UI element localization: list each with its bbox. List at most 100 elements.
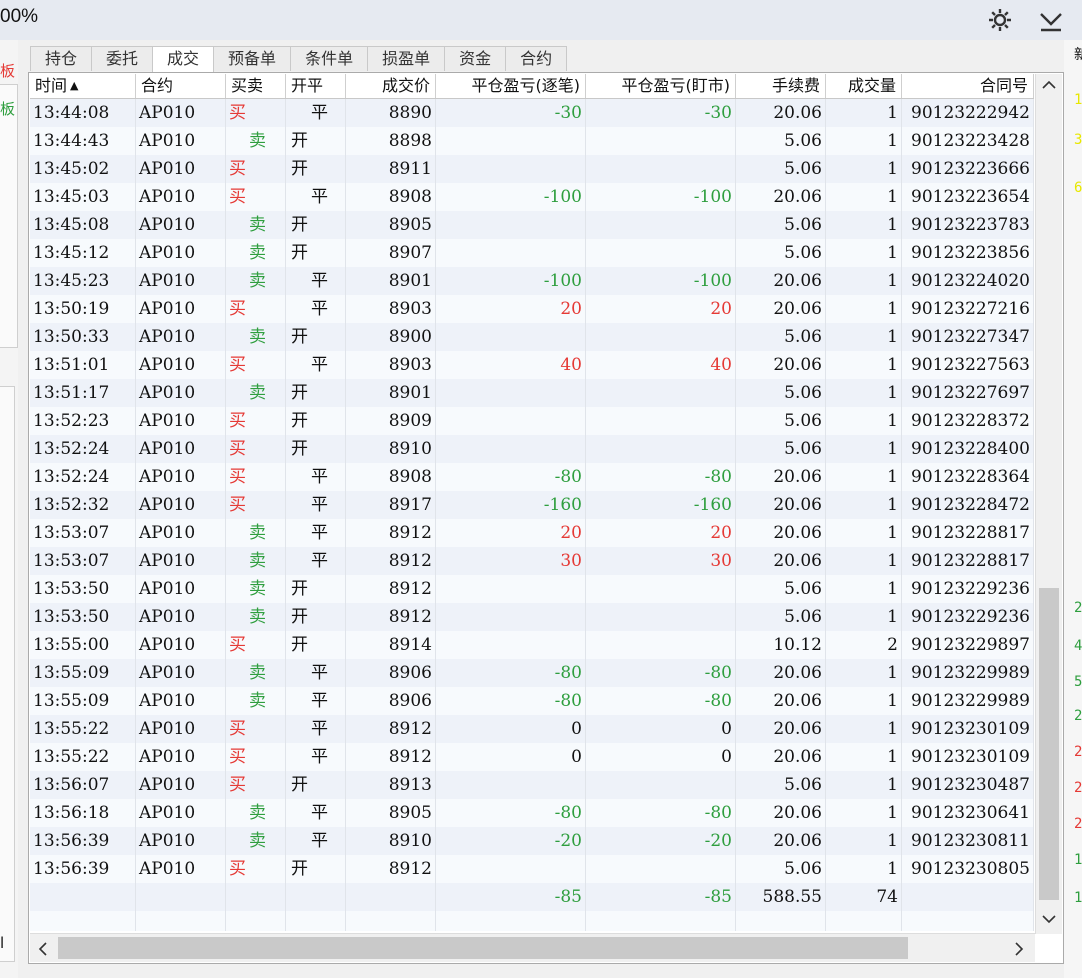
cell-pnl-trade: -85 bbox=[436, 883, 586, 911]
cell-pnl-mtm bbox=[586, 911, 736, 931]
table-row[interactable]: 13:52:23 AP010 买开 8909 5.06 1 90123228372 bbox=[30, 407, 1034, 435]
table-row[interactable]: 13:55:00 AP010 买开 8914 10.12 2 90123229897 bbox=[30, 631, 1034, 659]
cell-side: 卖 bbox=[226, 379, 286, 407]
tab-2[interactable]: 成交 bbox=[152, 46, 215, 72]
table-row[interactable]: 13:45:03 AP010 买平 8908 -100 -100 20.06 1 9012322… bbox=[30, 183, 1034, 211]
column-header-price[interactable]: 成交价 bbox=[346, 74, 436, 98]
cell-open-close: 平 bbox=[286, 295, 346, 323]
table-row[interactable]: 13:45:08 AP010 卖开 8905 5.06 1 90123223783 bbox=[30, 211, 1034, 239]
cell-side: 买 bbox=[226, 631, 286, 659]
cell-time: 13:45:03 bbox=[30, 183, 136, 211]
scroll-up-icon[interactable] bbox=[1042, 80, 1056, 90]
scroll-down-icon[interactable] bbox=[1042, 914, 1056, 924]
table-row[interactable]: 13:55:09 AP010 卖平 8906 -80 -80 20.06 1 901232299… bbox=[30, 659, 1034, 687]
cell-pnl-trade bbox=[436, 603, 586, 631]
table-body[interactable]: 13:44:08 AP010 买平 8890 -30 -30 20.06 1 901232229… bbox=[30, 99, 1034, 931]
tab-0[interactable]: 持仓 bbox=[30, 46, 93, 71]
column-header-pnl-trade[interactable]: 平仓盈亏(逐笔) bbox=[436, 74, 586, 98]
scroll-right-icon[interactable] bbox=[1014, 942, 1024, 956]
table-row[interactable]: 13:51:01 AP010 买平 8903 40 40 20.06 1 90123227563 bbox=[30, 351, 1034, 379]
tab-3[interactable]: 预备单 bbox=[213, 46, 292, 71]
cell-order-id: 90123228372 bbox=[902, 407, 1034, 435]
column-header-label: 手续费 bbox=[771, 76, 820, 95]
cell-volume: 1 bbox=[826, 743, 902, 771]
cell-pnl-mtm bbox=[586, 771, 736, 799]
column-header-pnl-mtm[interactable]: 平仓盈亏(盯市) bbox=[586, 74, 736, 98]
table-row[interactable]: 13:56:07 AP010 买开 8913 5.06 1 90123230487 bbox=[30, 771, 1034, 799]
cell-side: 卖 bbox=[226, 239, 286, 267]
table-row[interactable]: 13:45:12 AP010 卖开 8907 5.06 1 90123223856 bbox=[30, 239, 1034, 267]
table-row[interactable]: 13:55:09 AP010 卖平 8906 -80 -80 20.06 1 901232299… bbox=[30, 687, 1034, 715]
table-row[interactable]: 13:45:02 AP010 买开 8911 5.06 1 90123223666 bbox=[30, 155, 1034, 183]
horizontal-scroll-thumb[interactable] bbox=[58, 937, 908, 959]
column-header-volume[interactable]: 成交量 bbox=[826, 74, 902, 98]
column-header-fee[interactable]: 手续费 bbox=[736, 74, 826, 98]
cell-pnl-trade bbox=[436, 155, 586, 183]
horizontal-scrollbar[interactable] bbox=[30, 933, 1035, 962]
table-row[interactable]: 13:52:32 AP010 买平 8917 -160 -160 20.06 1 9012322… bbox=[30, 491, 1034, 519]
table-row[interactable]: 13:50:33 AP010 卖开 8900 5.06 1 90123227347 bbox=[30, 323, 1034, 351]
cell-side: 买 bbox=[226, 491, 286, 519]
table-row[interactable]: 13:56:39 AP010 买开 8912 5.06 1 90123230805 bbox=[30, 855, 1034, 883]
cell-contract: AP010 bbox=[136, 295, 226, 323]
table-row[interactable]: 13:53:50 AP010 卖开 8912 5.06 1 90123229236 bbox=[30, 603, 1034, 631]
tab-5[interactable]: 损盈单 bbox=[367, 46, 446, 71]
cell-side: 买 bbox=[226, 295, 286, 323]
cell-contract: AP010 bbox=[136, 407, 226, 435]
cell-fee: 5.06 bbox=[736, 379, 826, 407]
cell-fee: 20.06 bbox=[736, 267, 826, 295]
table-row[interactable]: 13:53:07 AP010 卖平 8912 20 20 20.06 1 90123228817 bbox=[30, 519, 1034, 547]
cell-fee: 5.06 bbox=[736, 407, 826, 435]
cell-time: 13:56:18 bbox=[30, 799, 136, 827]
table-row[interactable]: 13:44:43 AP010 卖开 8898 5.06 1 90123223428 bbox=[30, 127, 1034, 155]
vertical-scroll-thumb[interactable] bbox=[1039, 588, 1059, 900]
column-header-open-close[interactable]: 开平 bbox=[286, 74, 346, 98]
gear-icon[interactable] bbox=[986, 6, 1014, 34]
cell-fee: 5.06 bbox=[736, 575, 826, 603]
cell-price: 8890 bbox=[346, 99, 436, 127]
table-row[interactable]: 13:52:24 AP010 买开 8910 5.06 1 90123228400 bbox=[30, 435, 1034, 463]
column-header-order-id[interactable]: 合同号 bbox=[902, 74, 1034, 98]
cell-order-id: 90123223783 bbox=[902, 211, 1034, 239]
cell-contract: AP010 bbox=[136, 127, 226, 155]
column-header-time[interactable]: 时间 ▲ bbox=[30, 74, 136, 98]
column-header-contract[interactable]: 合约 bbox=[136, 74, 226, 98]
trades-table: 时间 ▲ 合约 买卖 开平 成交价 平仓盈亏(逐笔) 平仓盈亏(盯市) 手续费 成交量 合同号 13… bbox=[28, 72, 1064, 964]
column-header-side[interactable]: 买卖 bbox=[226, 74, 286, 98]
table-row[interactable]: 13:56:18 AP010 卖平 8905 -80 -80 20.06 1 901232306… bbox=[30, 799, 1034, 827]
tab-1[interactable]: 委托 bbox=[91, 46, 154, 71]
table-row[interactable]: 13:53:07 AP010 卖平 8912 30 30 20.06 1 90123228817 bbox=[30, 547, 1034, 575]
table-header: 时间 ▲ 合约 买卖 开平 成交价 平仓盈亏(逐笔) 平仓盈亏(盯市) 手续费 成交量 合同号 bbox=[30, 74, 1034, 99]
cell-contract: AP010 bbox=[136, 827, 226, 855]
scroll-left-icon[interactable] bbox=[38, 942, 48, 956]
cell-pnl-trade: 0 bbox=[436, 715, 586, 743]
vertical-scrollbar[interactable] bbox=[1035, 74, 1062, 934]
table-row[interactable]: 13:53:50 AP010 卖开 8912 5.06 1 90123229236 bbox=[30, 575, 1034, 603]
cell-contract: AP010 bbox=[136, 463, 226, 491]
table-row[interactable]: 13:45:23 AP010 卖平 8901 -100 -100 20.06 1 9012322… bbox=[30, 267, 1034, 295]
tab-7[interactable]: 合约 bbox=[505, 46, 568, 71]
cell-pnl-trade: -100 bbox=[436, 267, 586, 295]
tab-4[interactable]: 条件单 bbox=[290, 46, 369, 71]
table-row[interactable]: 13:55:22 AP010 买平 8912 0 0 20.06 1 90123230109 bbox=[30, 715, 1034, 743]
cell-order-id: 90123230641 bbox=[902, 799, 1034, 827]
table-row[interactable]: 13:52:24 AP010 买平 8908 -80 -80 20.06 1 901232283… bbox=[30, 463, 1034, 491]
cell-fee: 5.06 bbox=[736, 855, 826, 883]
cell-contract: AP010 bbox=[136, 491, 226, 519]
table-row[interactable]: 13:55:22 AP010 买平 8912 0 0 20.06 1 90123230109 bbox=[30, 743, 1034, 771]
chevron-down-icon[interactable] bbox=[1038, 6, 1064, 34]
table-row[interactable]: 13:50:19 AP010 买平 8903 20 20 20.06 1 90123227216 bbox=[30, 295, 1034, 323]
tab-6[interactable]: 资金 bbox=[444, 46, 507, 71]
cell-order-id: 90123227697 bbox=[902, 379, 1034, 407]
cell-pnl-mtm: -80 bbox=[586, 687, 736, 715]
top-bar: 00% bbox=[0, 0, 1082, 40]
cell-side: 卖 bbox=[226, 603, 286, 631]
cell-price: 8901 bbox=[346, 267, 436, 295]
table-row[interactable]: 13:51:17 AP010 卖开 8901 5.06 1 90123227697 bbox=[30, 379, 1034, 407]
table-row[interactable]: 13:56:39 AP010 卖平 8910 -20 -20 20.06 1 901232308… bbox=[30, 827, 1034, 855]
cell-pnl-trade: 30 bbox=[436, 547, 586, 575]
cell-side: 买 bbox=[226, 155, 286, 183]
table-row[interactable]: 13:44:08 AP010 买平 8890 -30 -30 20.06 1 901232229… bbox=[30, 99, 1034, 127]
cell-open-close: 平 bbox=[286, 183, 346, 211]
right-edge-char: 3 bbox=[1074, 132, 1082, 148]
